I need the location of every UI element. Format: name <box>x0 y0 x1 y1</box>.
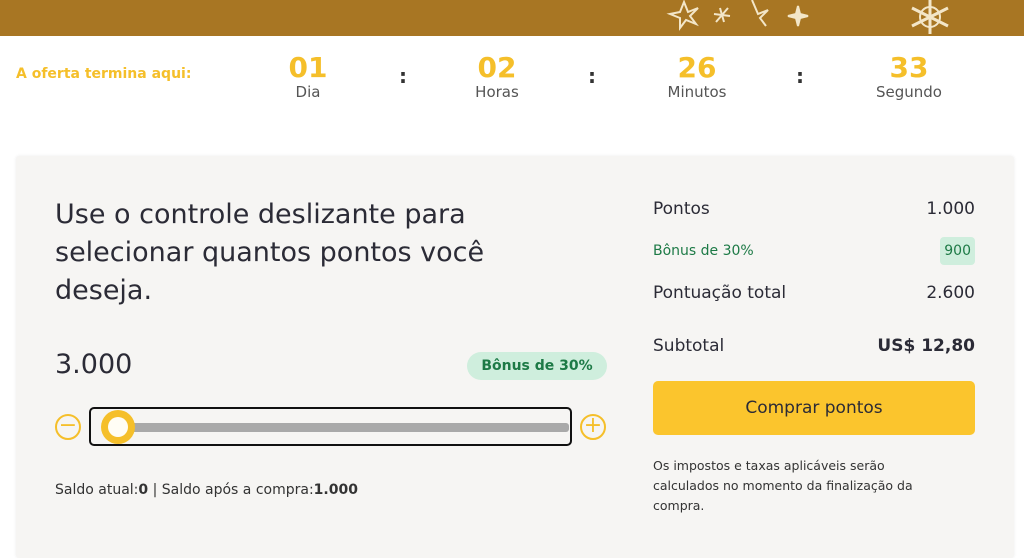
summary-bonus-row: Bônus de 30% 900 <box>653 237 975 265</box>
summary-points-row: Pontos 1.000 <box>653 199 975 219</box>
bonus-badge: Bônus de 30% <box>467 352 607 380</box>
countdown-days-label: Dia <box>295 83 321 101</box>
summary-points-value: 1.000 <box>926 199 975 219</box>
balance-info: Saldo atual:0 | Saldo após a compra:1.00… <box>55 482 358 498</box>
countdown-seconds-label: Segundo <box>876 83 942 101</box>
balance-divider: | <box>152 482 158 498</box>
slider-instructions: Use o controle deslizante para seleciona… <box>55 199 485 306</box>
countdown-seconds-value: 33 <box>889 51 929 84</box>
balance-current-value: 0 <box>138 482 149 498</box>
promo-banner <box>0 0 1024 36</box>
countdown-hours-label: Horas <box>475 83 519 101</box>
countdown-seconds: 33 Segundo <box>864 51 954 101</box>
summary-subtotal-label: Subtotal <box>653 336 725 356</box>
points-slider[interactable] <box>89 407 572 446</box>
summary-bonus-value: 900 <box>940 237 975 265</box>
countdown-separator: : <box>588 64 596 88</box>
snowflake-star-icon <box>666 0 949 34</box>
minus-circle-icon[interactable]: − <box>55 414 81 440</box>
balance-after-label: Saldo após a compra: <box>161 482 314 498</box>
countdown-days-value: 01 <box>288 51 328 84</box>
countdown-separator: : <box>796 64 804 88</box>
slider-thumb[interactable] <box>101 410 135 444</box>
countdown-minutes-value: 26 <box>677 51 717 84</box>
balance-after-value: 1.000 <box>313 482 358 498</box>
summary-subtotal-row: Subtotal US$ 12,80 <box>653 336 975 356</box>
buy-points-button[interactable]: Comprar pontos <box>653 381 975 435</box>
countdown-hours: 02 Horas <box>452 51 542 101</box>
countdown-hours-value: 02 <box>477 51 517 84</box>
countdown-days: 01 Dia <box>263 51 353 101</box>
tax-note: Os impostos e taxas aplicáveis serão cal… <box>653 458 913 513</box>
summary-bonus-label: Bônus de 30% <box>653 243 754 259</box>
countdown-separator: : <box>399 64 407 88</box>
summary-points-label: Pontos <box>653 199 710 219</box>
balance-current-label: Saldo atual: <box>55 482 139 498</box>
countdown-minutes: 26 Minutos <box>652 51 742 101</box>
summary-total-label: Pontuação total <box>653 283 787 303</box>
countdown-minutes-label: Minutos <box>667 83 727 101</box>
plus-circle-icon[interactable]: + <box>580 414 606 440</box>
selected-points-value: 3.000 <box>55 349 133 380</box>
summary-total-value: 2.600 <box>926 283 975 303</box>
summary-subtotal-value: US$ 12,80 <box>877 336 975 356</box>
countdown-label: A oferta termina aqui: <box>16 66 192 82</box>
summary-total-row: Pontuação total 2.600 <box>653 283 975 303</box>
slider-track[interactable] <box>117 423 569 432</box>
